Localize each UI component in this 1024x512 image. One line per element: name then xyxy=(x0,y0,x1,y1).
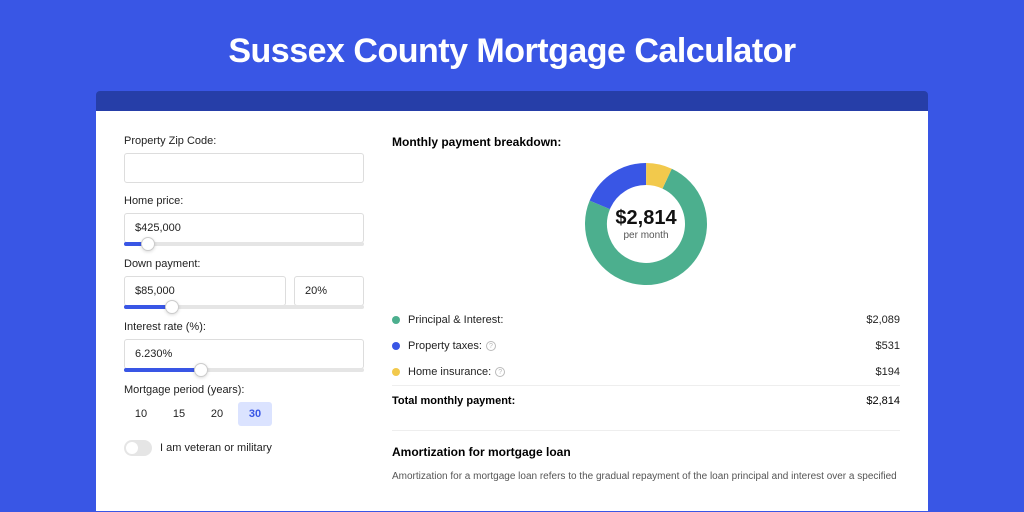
slider-thumb[interactable] xyxy=(194,363,208,377)
legend-value: $194 xyxy=(876,366,900,378)
legend-label: Property taxes: ? xyxy=(408,340,876,352)
home-price-input[interactable] xyxy=(124,213,364,243)
legend-text: Property taxes: xyxy=(408,340,482,352)
donut-chart: $2,814 per month xyxy=(392,159,900,289)
zip-field: Property Zip Code: xyxy=(124,135,364,183)
info-icon[interactable]: ? xyxy=(495,367,505,377)
veteran-toggle-row: I am veteran or military xyxy=(124,440,364,456)
home-price-field: Home price: xyxy=(124,195,364,246)
dot-icon xyxy=(392,368,400,376)
legend-principal: Principal & Interest: $2,089 xyxy=(392,307,900,333)
down-payment-label: Down payment: xyxy=(124,258,364,270)
dot-icon xyxy=(392,316,400,324)
home-price-label: Home price: xyxy=(124,195,364,207)
period-label: Mortgage period (years): xyxy=(124,384,364,396)
calculator-card: Property Zip Code: Home price: Down paym… xyxy=(96,111,928,511)
slider-thumb[interactable] xyxy=(141,237,155,251)
period-tabs: 10 15 20 30 xyxy=(124,402,364,426)
legend-value: $531 xyxy=(876,340,900,352)
total-label: Total monthly payment: xyxy=(392,395,866,407)
down-payment-pct-input[interactable] xyxy=(294,276,364,306)
zip-label: Property Zip Code: xyxy=(124,135,364,147)
page-title: Sussex County Mortgage Calculator xyxy=(0,0,1024,91)
amortization-title: Amortization for mortgage loan xyxy=(392,445,900,459)
legend-insurance: Home insurance: ? $194 xyxy=(392,359,900,385)
donut-value: $2,814 xyxy=(615,207,676,230)
slider-thumb[interactable] xyxy=(165,300,179,314)
donut-center: $2,814 per month xyxy=(615,207,676,241)
down-payment-field: Down payment: xyxy=(124,258,364,309)
form-column: Property Zip Code: Home price: Down paym… xyxy=(124,135,364,511)
interest-label: Interest rate (%): xyxy=(124,321,364,333)
amortization-text: Amortization for a mortgage loan refers … xyxy=(392,469,900,484)
home-price-slider[interactable] xyxy=(124,242,364,246)
legend-taxes: Property taxes: ? $531 xyxy=(392,333,900,359)
legend-text: Home insurance: xyxy=(408,366,491,378)
card-top-strip xyxy=(96,91,928,111)
down-payment-input[interactable] xyxy=(124,276,286,306)
period-field: Mortgage period (years): 10 15 20 30 xyxy=(124,384,364,426)
period-tab-15[interactable]: 15 xyxy=(162,402,196,426)
interest-input[interactable] xyxy=(124,339,364,369)
veteran-label: I am veteran or military xyxy=(160,442,272,454)
breakdown-title: Monthly payment breakdown: xyxy=(392,135,900,149)
toggle-knob xyxy=(126,442,138,454)
legend-label: Home insurance: ? xyxy=(408,366,876,378)
down-payment-slider[interactable] xyxy=(124,305,364,309)
period-tab-20[interactable]: 20 xyxy=(200,402,234,426)
legend-value: $2,089 xyxy=(866,314,900,326)
total-value: $2,814 xyxy=(866,395,900,407)
info-icon[interactable]: ? xyxy=(486,341,496,351)
interest-slider[interactable] xyxy=(124,368,364,372)
donut-per-month: per month xyxy=(615,230,676,241)
veteran-toggle[interactable] xyxy=(124,440,152,456)
amortization-section: Amortization for mortgage loan Amortizat… xyxy=(392,430,900,484)
interest-field: Interest rate (%): xyxy=(124,321,364,372)
breakdown-column: Monthly payment breakdown: $2,814 per mo… xyxy=(392,135,900,511)
zip-input[interactable] xyxy=(124,153,364,183)
legend-label: Principal & Interest: xyxy=(408,314,866,326)
dot-icon xyxy=(392,342,400,350)
period-tab-10[interactable]: 10 xyxy=(124,402,158,426)
legend-total: Total monthly payment: $2,814 xyxy=(392,385,900,416)
period-tab-30[interactable]: 30 xyxy=(238,402,272,426)
